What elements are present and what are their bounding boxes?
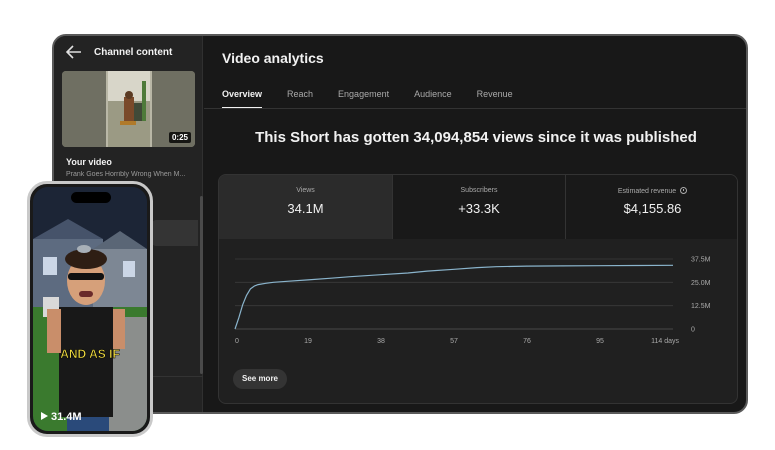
metric-subscribers-value: +33.3K (458, 201, 500, 216)
video-caption: AND AS IF (60, 347, 120, 362)
sidebar-header: Channel content (54, 36, 203, 68)
metric-revenue-label-wrap: Estimated revenue (566, 187, 737, 195)
page-title: Video analytics (222, 50, 324, 66)
sidebar-scrollbar[interactable] (200, 196, 203, 374)
tablet-frame: Channel content 0:25 Your video Prank Go… (52, 34, 748, 414)
views-line-chart[interactable]: 0 12.5M 25.0M 37.5M 0 19 38 57 76 95 114 days (219, 245, 738, 365)
x-tick-label: 95 (596, 338, 604, 345)
metric-revenue-value: $4,155.86 (623, 201, 682, 216)
y-tick-label: 0 (691, 327, 695, 334)
play-icon (41, 412, 48, 420)
metric-revenue-label: Estimated revenue (617, 188, 677, 195)
tab-bar: Overview Reach Engagement Audience Reven… (222, 89, 538, 109)
y-tick-label: 25.0M (691, 280, 711, 287)
analytics-card: Views 34.1M Subscribers +33.3K Estimated… (218, 174, 738, 404)
short-views-badge: 31.4M (41, 411, 82, 423)
tab-revenue[interactable]: Revenue (477, 89, 513, 109)
metric-subscribers-label: Subscribers (460, 187, 498, 194)
metric-views-value: 34.1M (287, 201, 324, 216)
y-tick-label: 37.5M (691, 257, 711, 264)
metric-views-label: Views (296, 187, 315, 194)
metric-views[interactable]: Views 34.1M (219, 175, 392, 239)
metric-subscribers[interactable]: Subscribers +33.3K (392, 175, 565, 239)
tab-divider (204, 108, 746, 109)
phone-notch (71, 192, 111, 203)
x-tick-label: 38 (377, 338, 385, 345)
thumbnail-duration: 0:25 (168, 132, 191, 143)
x-tick-label: 76 (523, 338, 531, 345)
short-video-frame (33, 187, 147, 431)
clock-icon[interactable] (680, 187, 688, 194)
sidebar-title: Channel content (94, 47, 173, 58)
tab-overview[interactable]: Overview (222, 89, 263, 109)
x-tick-label: 19 (304, 338, 312, 345)
tab-reach[interactable]: Reach (287, 89, 313, 109)
y-tick-label: 12.5M (691, 303, 711, 310)
x-tick-label: 114 days (651, 338, 679, 345)
see-more-button[interactable]: See more (233, 369, 287, 389)
video-thumbnail[interactable]: 0:25 (62, 71, 195, 147)
your-video-label: Your video (66, 157, 112, 167)
x-tick-label: 0 (235, 338, 239, 345)
short-views-count: 31.4M (51, 411, 82, 423)
short-video-player[interactable]: AND AS IF 31.4M (33, 187, 147, 431)
tab-engagement[interactable]: Engagement (338, 89, 389, 109)
metric-revenue[interactable]: Estimated revenue $4,155.86 (565, 175, 737, 239)
sidebar-item-analytics[interactable] (152, 220, 198, 246)
back-arrow-icon[interactable] (66, 45, 82, 59)
views-series-line (234, 264, 674, 330)
phone-frame: AND AS IF 31.4M (27, 181, 153, 437)
x-tick-label: 57 (450, 338, 458, 345)
tab-audience[interactable]: Audience (414, 89, 452, 109)
video-title[interactable]: Prank Goes Horribly Wrong When M... (66, 171, 190, 178)
main-content: Video analytics Overview Reach Engagemen… (204, 36, 746, 412)
views-headline: This Short has gotten 34,094,854 views s… (255, 129, 697, 146)
